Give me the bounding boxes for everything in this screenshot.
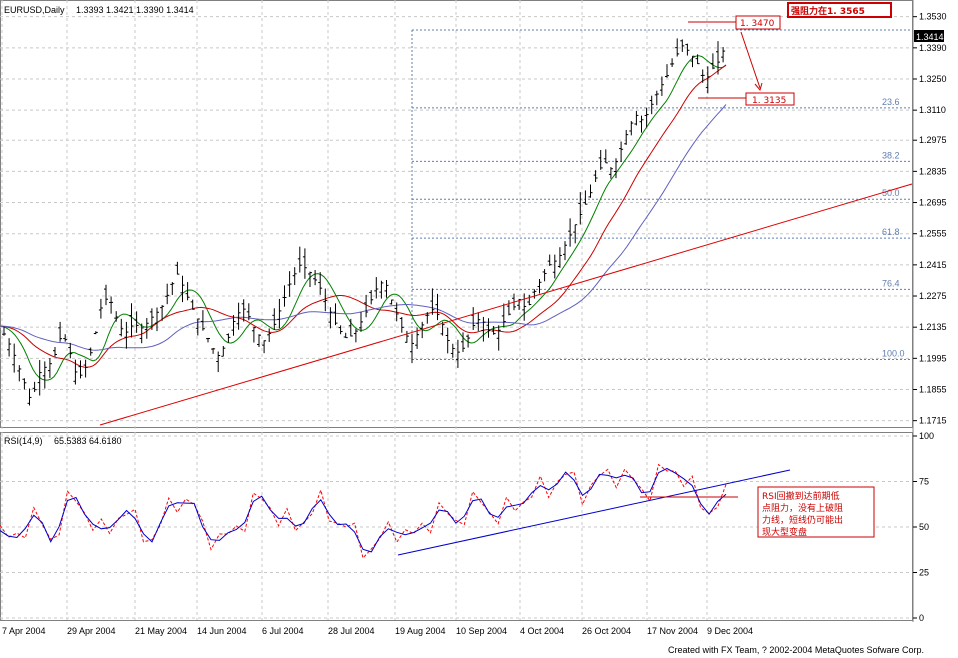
rsi-tick-label: 50 xyxy=(919,522,929,532)
price-tick-label: 1.1715 xyxy=(919,416,947,426)
forex-chart: 23.6 38.2 50.0 61.8 76.4 100.0 1. 3470 强阻力在1.… xyxy=(0,0,947,655)
price-tick-label: 1.2975 xyxy=(919,135,947,145)
price-tick-label: 1.2695 xyxy=(919,198,947,208)
resistance-annotation: 强阻力在1. 3565 xyxy=(787,2,892,18)
time-tick-label: 26 Oct 2004 xyxy=(582,626,631,636)
rsi-note-line-1: RSI回撤到达前期低 xyxy=(762,490,840,502)
rsi-axis: 100 75 50 25 0 xyxy=(913,431,934,623)
price-tick-label: 1.2275 xyxy=(919,291,947,301)
time-tick-label: 9 Dec 2004 xyxy=(707,626,753,636)
footer-text: Created with FX Team, ? 2002-2004 MetaQu… xyxy=(668,645,924,655)
time-tick-label: 17 Nov 2004 xyxy=(647,626,698,636)
time-tick-label: 28 Jul 2004 xyxy=(328,626,375,636)
time-axis: 7 Apr 2004 29 Apr 2004 21 May 2004 14 Jun 2… xyxy=(2,626,753,636)
rsi-tick-label: 0 xyxy=(919,613,924,623)
price-tick-label: 1.2415 xyxy=(919,260,947,270)
fib-level-label: 76.4 xyxy=(882,278,900,288)
ohlc-label: 1.3393 1.3421 1.3390 1.3414 xyxy=(76,5,194,15)
price-tick-label: 1.1995 xyxy=(919,353,947,363)
price-tick-label: 1.3110 xyxy=(919,105,946,115)
time-tick-label: 4 Oct 2004 xyxy=(520,626,564,636)
time-tick-label: 21 May 2004 xyxy=(135,626,187,636)
fib-level-label: 61.8 xyxy=(882,227,900,237)
rsi-values: 65.5383 64.6180 xyxy=(54,436,122,446)
time-tick-label: 6 Jul 2004 xyxy=(262,626,304,636)
time-tick-label: 19 Aug 2004 xyxy=(395,626,446,636)
rsi-label: RSI(14,9) xyxy=(4,436,43,446)
price-tick-label: 1.1855 xyxy=(919,385,947,395)
price-tick-label: 1.2555 xyxy=(919,229,947,239)
fib-level-label: 100.0 xyxy=(882,348,905,358)
time-tick-label: 14 Jun 2004 xyxy=(197,626,247,636)
main-panel xyxy=(0,0,913,428)
rsi-note: RSI回撤到达前期低 点阻力，没有上破阻 力线，短线仍可能出 现大型变盘 xyxy=(757,486,875,538)
price-axis: 1.3530 1.3390 1.3250 1.3110 1.2975 1.2835 1.26… xyxy=(913,12,947,426)
high-label: 1. 3470 xyxy=(740,19,775,29)
fib-level-label: 38.2 xyxy=(882,150,900,160)
price-tick-label: 1.3390 xyxy=(919,43,947,53)
time-tick-label: 29 Apr 2004 xyxy=(67,626,116,636)
fib-level-label: 50.0 xyxy=(882,188,900,198)
price-tick-label: 1.3250 xyxy=(919,74,947,84)
rsi-note-line-4: 现大型变盘 xyxy=(762,526,807,538)
time-tick-label: 7 Apr 2004 xyxy=(2,626,46,636)
fib-level-label: 23.6 xyxy=(882,97,900,107)
price-tick-label: 1.2835 xyxy=(919,166,947,176)
time-tick-label: 10 Sep 2004 xyxy=(456,626,507,636)
rsi-note-line-2: 点阻力，没有上破阻 xyxy=(762,502,843,514)
rsi-note-line-3: 力线，短线仍可能出 xyxy=(762,514,843,526)
price-tick-label: 1.3530 xyxy=(919,12,947,22)
current-price: 1.3414 xyxy=(916,32,944,42)
price-tick-label: 1.2135 xyxy=(919,322,947,332)
resistance-label: 强阻力在1. 3565 xyxy=(791,5,865,17)
rsi-tick-label: 100 xyxy=(919,431,934,441)
symbol-label: EURUSD,Daily xyxy=(4,5,65,15)
rsi-tick-label: 25 xyxy=(919,568,929,578)
rsi-tick-label: 75 xyxy=(919,477,929,487)
target-label: 1. 3135 xyxy=(752,96,786,106)
